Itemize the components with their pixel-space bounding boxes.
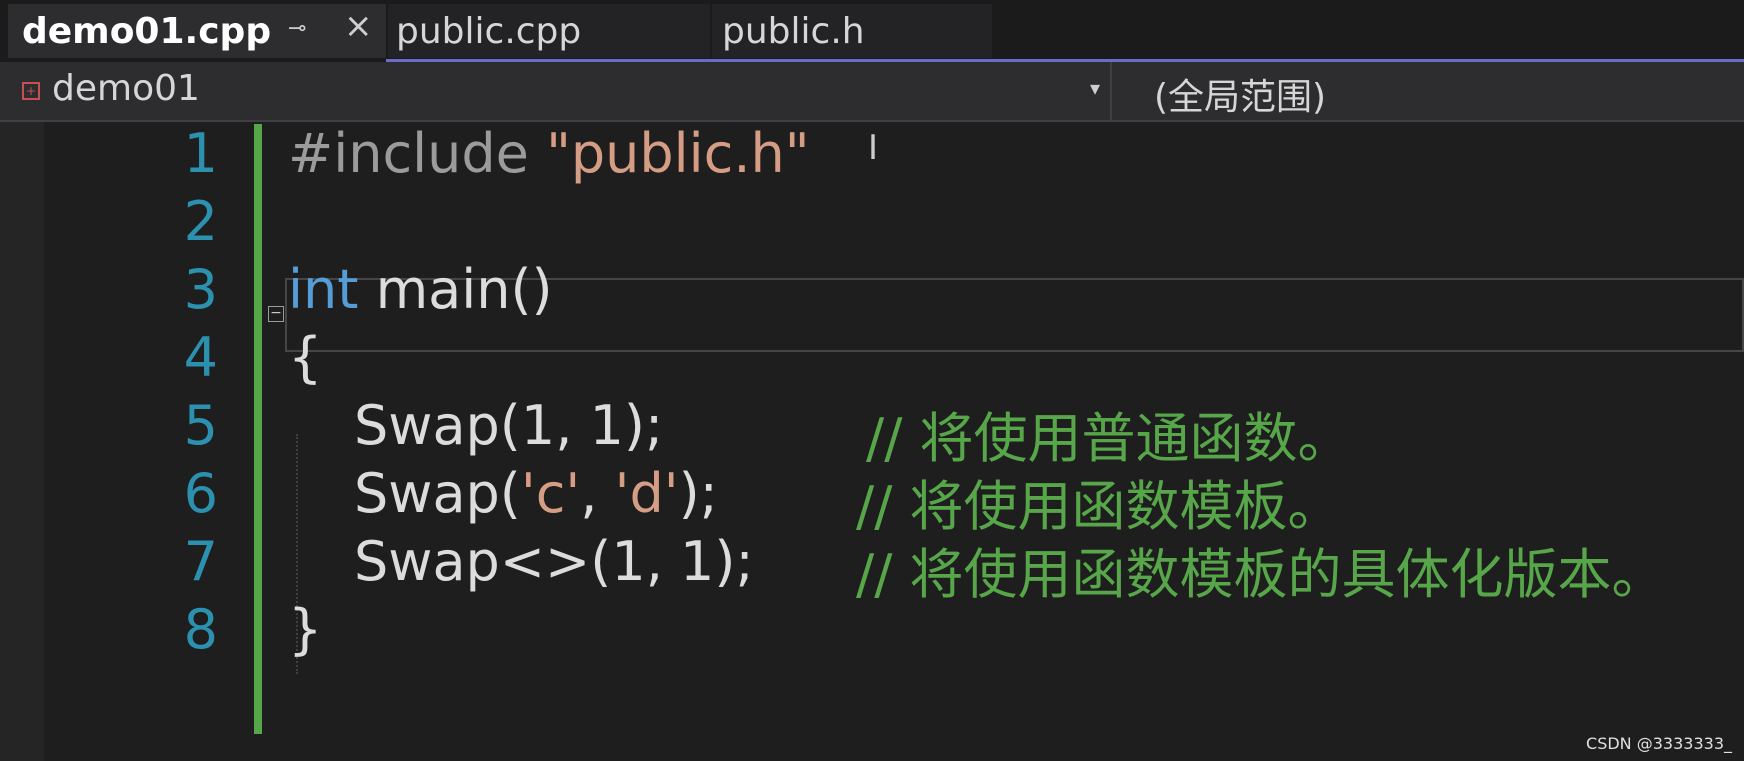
collapse-icon[interactable]: −: [268, 306, 284, 322]
code-comment: // 将使用函数模板的具体化版本。: [856, 543, 1666, 606]
chevron-down-icon[interactable]: ▾: [1090, 76, 1100, 100]
nav-divider: [1110, 62, 1112, 120]
string-literal: 'd': [614, 462, 679, 525]
tab-label: demo01.cpp: [22, 10, 272, 52]
close-icon[interactable]: ×: [344, 6, 373, 46]
watermark: CSDN @3333333_: [1586, 734, 1732, 753]
line-number: 5: [183, 394, 218, 457]
tab-label: public.cpp: [396, 10, 582, 52]
line-number: 7: [183, 530, 218, 593]
code-line-6[interactable]: Swap('c', 'd');: [354, 462, 718, 525]
code-text: ,: [580, 462, 615, 525]
code-line-3[interactable]: int main(): [288, 258, 553, 321]
line-number: 2: [183, 190, 218, 253]
project-scope-label: demo01: [52, 68, 200, 109]
line-number: 4: [183, 326, 218, 389]
code-line-5[interactable]: Swap(1, 1);: [354, 394, 663, 457]
string-literal: 'c': [520, 462, 581, 525]
global-scope-dropdown[interactable]: (全局范围): [1154, 68, 1326, 120]
line-number: 6: [183, 462, 218, 525]
code-text: Swap(1, 1);: [354, 394, 664, 457]
code-text: Swap(: [354, 462, 521, 525]
line-number: 1: [183, 122, 218, 185]
keyword: int: [288, 258, 359, 321]
project-scope-dropdown[interactable]: + demo01 ▾: [0, 62, 1108, 120]
code-line-7[interactable]: Swap<>(1, 1);: [354, 530, 754, 593]
tab-public-h[interactable]: public.h: [712, 4, 992, 58]
code-line-1[interactable]: #include "public.h": [288, 122, 810, 185]
preprocessor-directive: #include: [288, 122, 547, 185]
text-cursor-icon: I: [868, 128, 879, 168]
code-editor[interactable]: 1 2 3 4 5 6 7 8 − I #include "public.h" …: [0, 122, 1744, 761]
navigation-bar: + demo01 ▾ (全局范围): [0, 62, 1744, 122]
tab-demo01-cpp[interactable]: demo01.cpp ⊸ ×: [8, 4, 386, 58]
change-tracking-bar: [254, 124, 262, 734]
code-text: }: [288, 598, 323, 661]
code-line-8[interactable]: }: [288, 598, 322, 661]
tab-bar: demo01.cpp ⊸ × public.cpp public.h: [0, 0, 1744, 62]
editor-margin: [0, 122, 44, 761]
line-number: 8: [183, 598, 218, 661]
code-text: Swap<>(1, 1);: [354, 530, 754, 593]
code-text: {: [288, 326, 323, 389]
code-line-4[interactable]: {: [288, 326, 322, 389]
cpp-file-icon: +: [22, 82, 40, 100]
string-literal: "public.h": [546, 122, 810, 185]
pin-icon[interactable]: ⊸: [288, 16, 306, 41]
tab-public-cpp[interactable]: public.cpp: [388, 4, 710, 58]
code-text: main(): [358, 258, 553, 321]
tab-label: public.h: [722, 10, 865, 52]
code-text: );: [678, 462, 718, 525]
line-number: 3: [183, 258, 218, 321]
